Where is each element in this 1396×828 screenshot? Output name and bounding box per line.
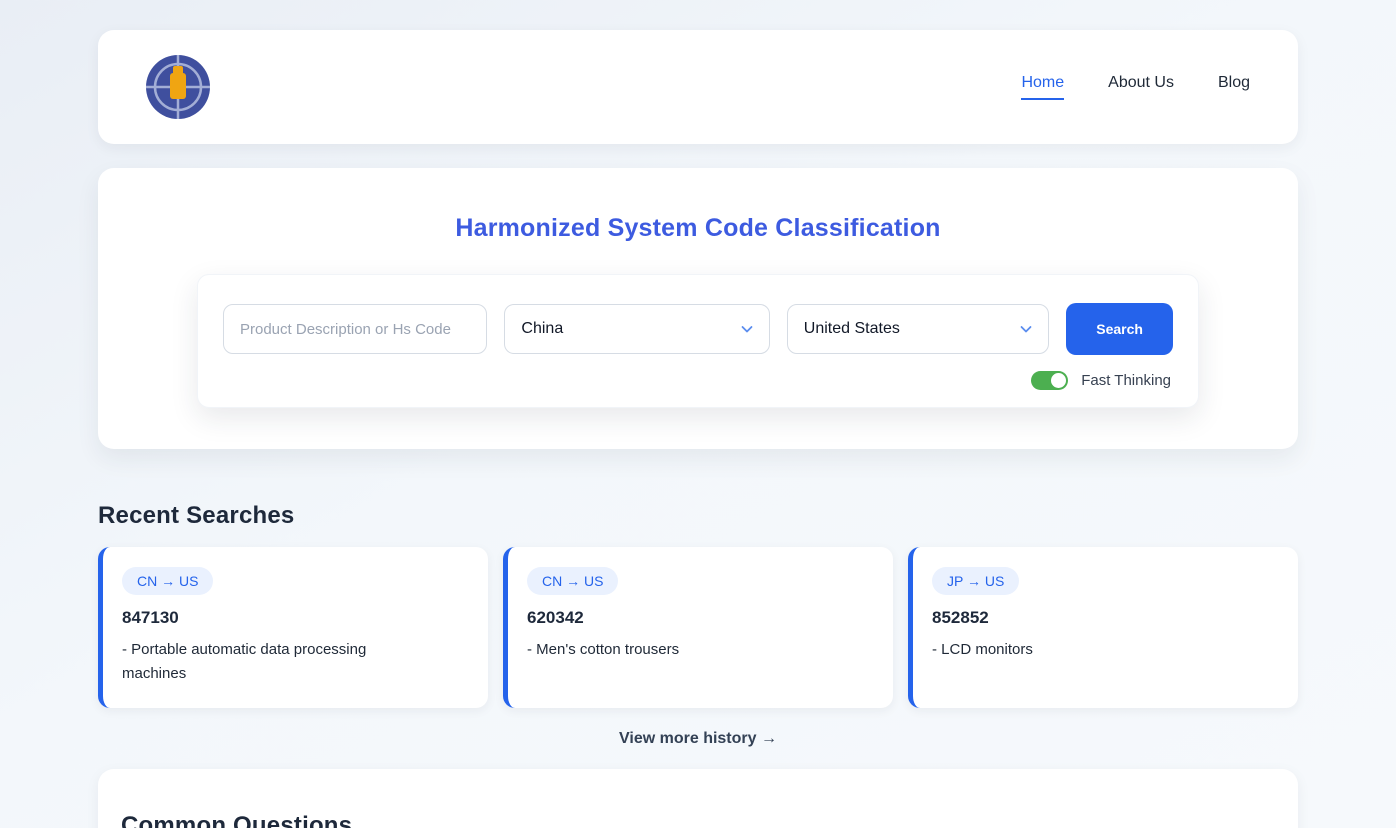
origin-country-value: China <box>521 320 563 338</box>
hs-code: 852852 <box>932 608 1274 628</box>
destination-country-select[interactable]: United States <box>787 304 1049 354</box>
fast-thinking-label: Fast Thinking <box>1081 372 1171 389</box>
view-more-history-link[interactable]: View more history → <box>619 730 777 747</box>
page-container: Home About Us Blog Harmonized System Cod… <box>98 30 1298 828</box>
search-button[interactable]: Search <box>1066 303 1173 355</box>
view-more-row: View more history → <box>98 730 1298 748</box>
route-badge: CN → US <box>122 567 213 595</box>
origin-country-select[interactable]: China <box>504 304 769 354</box>
nav-link-blog[interactable]: Blog <box>1218 74 1250 100</box>
hs-description: - Men's cotton trousers <box>527 638 827 662</box>
product-description-input[interactable] <box>223 304 487 354</box>
chevron-down-icon <box>1018 321 1034 337</box>
common-questions-section: Common Questions <box>98 769 1298 828</box>
recent-search-card[interactable]: CN → US 620342 - Men's cotton trousers <box>503 547 893 708</box>
hs-description: - Portable automatic data processing mac… <box>122 638 422 686</box>
nav-link-home[interactable]: Home <box>1021 74 1064 100</box>
route-badge: CN → US <box>527 567 618 595</box>
page-title: Harmonized System Code Classification <box>98 214 1298 243</box>
common-questions-heading: Common Questions <box>121 812 1298 828</box>
hs-code: 847130 <box>122 608 464 628</box>
hs-description: - LCD monitors <box>932 638 1232 662</box>
route-badge: JP → US <box>932 567 1019 595</box>
nav-link-about-us[interactable]: About Us <box>1108 74 1174 100</box>
toggle-knob <box>1051 373 1066 388</box>
hs-code: 620342 <box>527 608 869 628</box>
destination-country-value: United States <box>804 320 900 338</box>
fast-thinking-row: Fast Thinking <box>223 371 1173 390</box>
search-form-card: China United States Search Fast <box>197 274 1199 408</box>
recent-searches-heading: Recent Searches <box>98 502 1298 530</box>
main-nav: Home About Us Blog <box>1021 74 1250 100</box>
header: Home About Us Blog <box>98 30 1298 144</box>
recent-search-card[interactable]: CN → US 847130 - Portable automatic data… <box>98 547 488 708</box>
recent-searches-row: CN → US 847130 - Portable automatic data… <box>98 547 1298 708</box>
chevron-down-icon <box>739 321 755 337</box>
hero-section: Harmonized System Code Classification Ch… <box>98 168 1298 449</box>
search-form-row: China United States Search <box>223 304 1173 355</box>
recent-search-card[interactable]: JP → US 852852 - LCD monitors <box>908 547 1298 708</box>
fast-thinking-toggle[interactable] <box>1031 371 1068 390</box>
target-crosshair-logo-icon[interactable] <box>146 55 210 119</box>
